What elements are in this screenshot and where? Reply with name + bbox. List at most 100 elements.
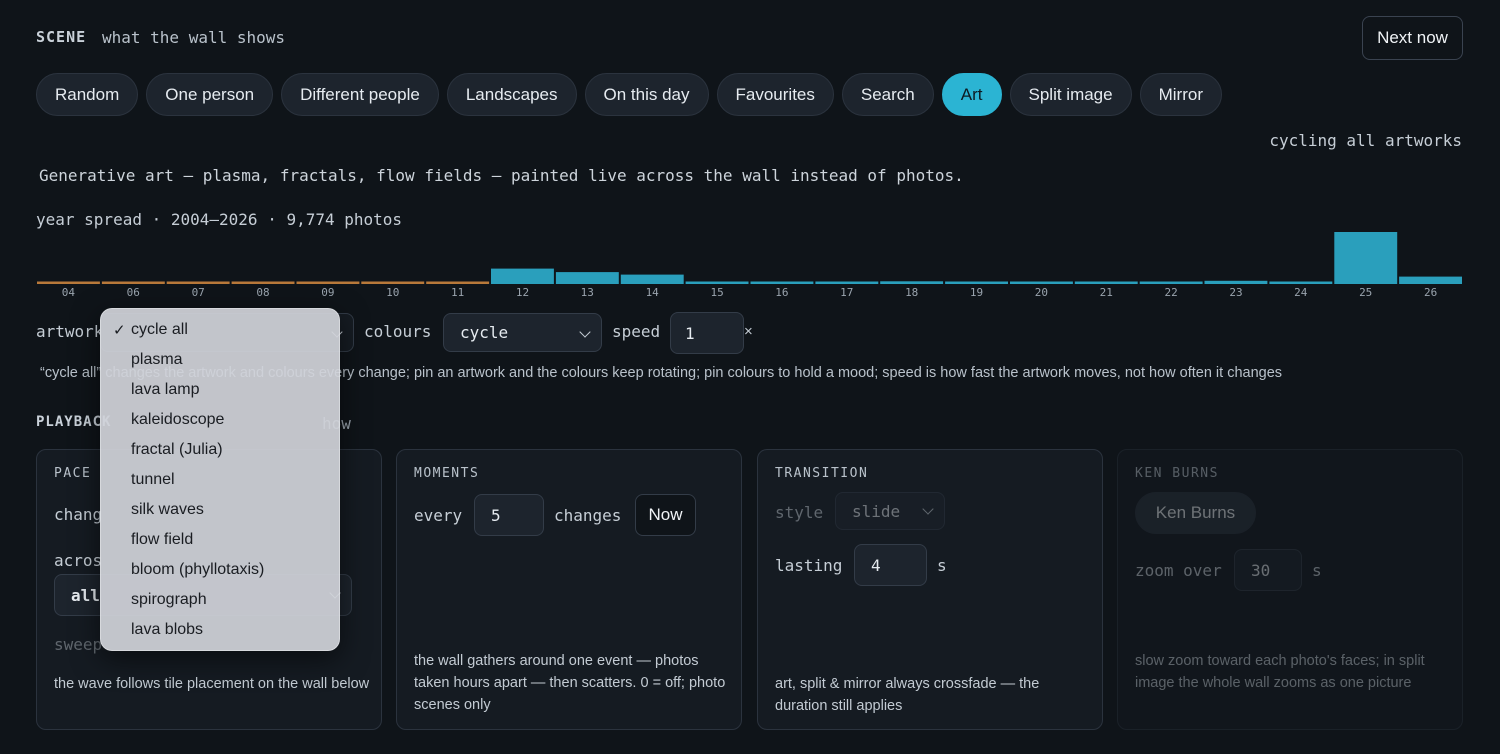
artwork-option-cycle-all[interactable]: ✓ cycle all — [101, 315, 339, 345]
ken-burns-card: KEN BURNS Ken Burns zoom over 30 s slow … — [1117, 449, 1463, 730]
pace-note: the wave follows tile placement on the w… — [54, 676, 370, 692]
scene-pill-random[interactable]: Random — [36, 73, 139, 116]
histogram-tick-label: 07 — [192, 286, 205, 299]
colours-value: cycle — [460, 323, 509, 342]
scene-pill-landscapes[interactable]: Landscapes — [446, 73, 577, 116]
histogram-bar-04 — [37, 281, 100, 284]
changes-label: changes — [554, 506, 622, 525]
scene-pill-search[interactable]: Search — [841, 73, 934, 116]
every-label: every — [414, 506, 463, 525]
histogram-tick-label: 04 — [62, 286, 76, 299]
moments-note: the wall gathers around one event — phot… — [414, 653, 726, 713]
artwork-option-silk-waves[interactable]: silk waves — [101, 495, 339, 525]
histogram-bar-08 — [231, 281, 295, 284]
histogram-tick-label: 25 — [1359, 286, 1372, 299]
artwork-option-plasma[interactable]: plasma — [101, 345, 339, 375]
histogram-bar-12 — [491, 268, 554, 284]
across-value: all — [71, 585, 100, 605]
histogram-tick-label: 17 — [840, 286, 853, 299]
ken-burns-note: slow zoom toward each photo's faces; in … — [1135, 653, 1425, 691]
histogram-tick-label: 11 — [451, 286, 464, 299]
histogram-bar-25 — [1334, 232, 1398, 284]
speed-input[interactable]: 1 — [670, 312, 744, 354]
year-histogram: 04 06 07 08 09 10 11 12 13 14 15 16 17 18 19 20 21 22 23 24… — [37, 232, 1462, 299]
artwork-option-lava-blobs[interactable]: lava blobs — [101, 615, 339, 645]
speed-label: speed — [612, 322, 661, 341]
histogram-bar-10 — [361, 281, 425, 284]
moments-every-input[interactable]: 5 — [474, 494, 544, 536]
style-label: style — [775, 503, 824, 522]
artwork-option-fractal-julia[interactable]: fractal (Julia) — [101, 435, 339, 465]
histogram-bar-24 — [1269, 281, 1333, 284]
histogram-tick-label: 10 — [386, 286, 399, 299]
artwork-option-flow-field[interactable]: flow field — [101, 525, 339, 555]
transition-card: TRANSITION style slide lasting 4 s art, … — [757, 449, 1103, 730]
transition-style-select[interactable]: slide — [835, 492, 945, 530]
artwork-option-tunnel[interactable]: tunnel — [101, 465, 339, 495]
scene-pill-art[interactable]: Art — [941, 73, 1002, 116]
card-title: KEN BURNS — [1135, 466, 1219, 481]
histogram-bar-22 — [1139, 281, 1203, 284]
year-spread-label: year spread · 2004–2026 · 9,774 photos — [36, 210, 403, 229]
change-label: chang — [54, 505, 103, 524]
histogram-tick-label: 12 — [516, 286, 529, 299]
card-title: TRANSITION — [775, 466, 869, 481]
colours-select[interactable]: cycle — [443, 313, 602, 352]
histogram-bar-19 — [945, 281, 1008, 284]
scene-pill-favourites[interactable]: Favourites — [716, 73, 834, 116]
scene-selector: Random One person Different people Lands… — [36, 73, 1222, 116]
chevron-down-icon — [579, 326, 591, 338]
scene-pill-split-image[interactable]: Split image — [1009, 73, 1132, 116]
histogram-tick-label: 20 — [1035, 286, 1048, 299]
histogram-bar-16 — [750, 281, 814, 284]
artwork-dropdown-menu: ✓ cycle all plasma lava lamp kaleidoscope… — [100, 308, 340, 651]
histogram-tick-label: 14 — [646, 286, 660, 299]
scene-pill-one-person[interactable]: One person — [146, 73, 274, 116]
scene-pill-on-this-day[interactable]: On this day — [584, 73, 709, 116]
zoom-duration-input[interactable]: 30 — [1234, 549, 1302, 591]
scene-subtitle: what the wall shows — [102, 28, 286, 47]
histogram-tick-label: 15 — [710, 286, 723, 299]
histogram-tick-label: 16 — [775, 286, 788, 299]
scene-pill-different-people[interactable]: Different people — [281, 73, 439, 116]
sweep-label: sweep — [54, 635, 103, 654]
transition-duration-input[interactable]: 4 — [854, 544, 927, 586]
histogram-tick-label: 18 — [905, 286, 918, 299]
histogram-bar-11 — [426, 281, 490, 284]
artwork-option-spirograph[interactable]: spirograph — [101, 585, 339, 615]
card-title: PACE — [54, 466, 92, 481]
histogram-bar-26 — [1399, 276, 1462, 284]
style-value: slide — [852, 501, 901, 521]
scene-pill-mirror[interactable]: Mirror — [1139, 73, 1222, 116]
status-text: cycling all artworks — [1269, 131, 1462, 150]
card-title: MOMENTS — [414, 466, 480, 481]
moments-now-button[interactable]: Now — [635, 494, 696, 536]
histogram-tick-label: 22 — [1164, 286, 1177, 299]
artwork-option-kaleidoscope[interactable]: kaleidoscope — [101, 405, 339, 435]
across-label: acros — [54, 551, 103, 570]
chevron-down-icon — [922, 503, 934, 515]
speed-suffix: × — [744, 323, 753, 340]
lasting-label: lasting — [775, 556, 843, 575]
histogram-tick-label: 23 — [1229, 286, 1242, 299]
histogram-tick-label: 08 — [256, 286, 269, 299]
histogram-bar-09 — [296, 281, 360, 284]
next-now-button[interactable]: Next now — [1362, 16, 1463, 60]
histogram-tick-label: 13 — [581, 286, 594, 299]
artwork-option-lava-lamp[interactable]: lava lamp — [101, 375, 339, 405]
artwork-label: artwork — [36, 322, 104, 341]
scene-heading: SCENE — [36, 28, 87, 46]
histogram-bar-13 — [555, 272, 619, 284]
histogram-tick-label: 19 — [970, 286, 983, 299]
ken-burns-toggle[interactable]: Ken Burns — [1135, 492, 1256, 534]
histogram-bar-14 — [620, 274, 684, 284]
checkmark-icon: ✓ — [113, 322, 126, 339]
artwork-option-bloom[interactable]: bloom (phyllotaxis) — [101, 555, 339, 585]
zoom-over-label: zoom over — [1135, 561, 1222, 580]
histogram-bar-18 — [880, 281, 944, 284]
histogram-bar-07 — [166, 281, 230, 284]
seconds-unit: s — [1312, 561, 1322, 580]
histogram-tick-label: 06 — [127, 286, 140, 299]
histogram-bar-06 — [101, 281, 165, 284]
histogram-bar-20 — [1010, 281, 1073, 284]
